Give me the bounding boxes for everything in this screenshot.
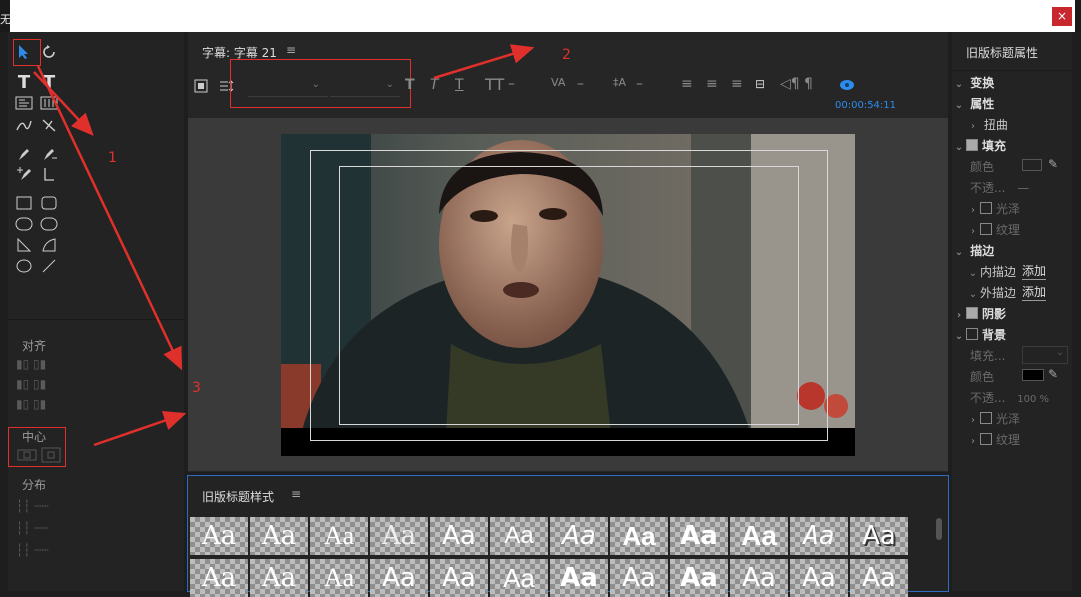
annotation-label-3: 3 xyxy=(192,380,201,396)
annotation-arrows xyxy=(33,44,535,447)
annotation-arrow-1 xyxy=(33,71,94,136)
annotation-label-2: 2 xyxy=(562,47,571,63)
annotation-arrow-3b xyxy=(93,411,187,447)
annotation-arrow-2 xyxy=(433,44,535,80)
annotation-arrow-3a xyxy=(36,65,183,371)
annotation-label-1: 1 xyxy=(108,150,117,166)
